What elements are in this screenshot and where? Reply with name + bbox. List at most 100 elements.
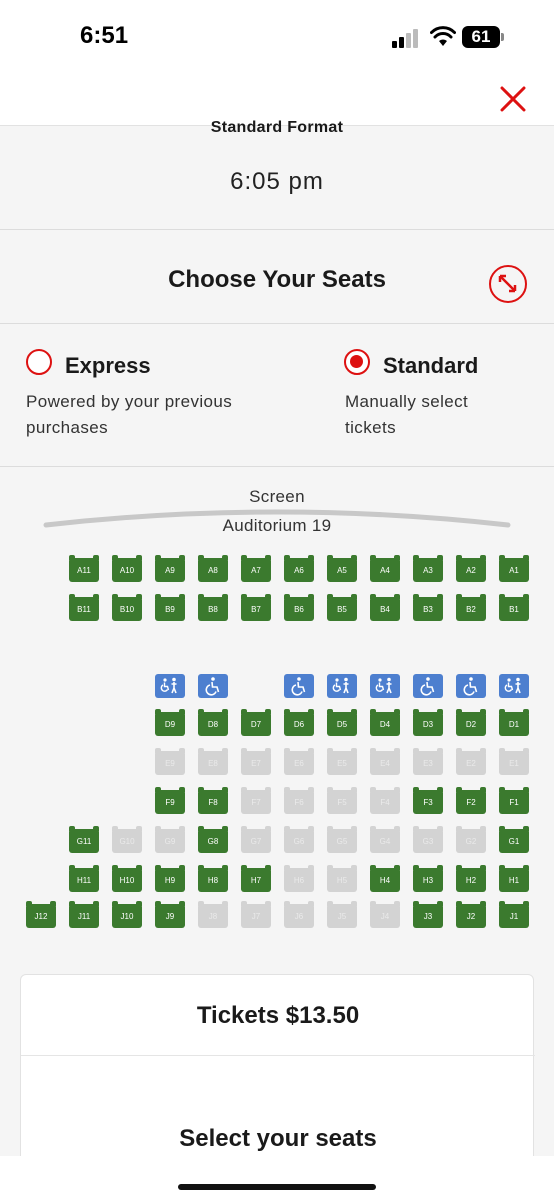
seat-e5[interactable]: E5 [327, 748, 357, 775]
seat-b5[interactable]: B5 [327, 594, 357, 621]
seat-b3[interactable]: B3 [413, 594, 443, 621]
expand-icon[interactable] [489, 265, 527, 303]
companion-icon [332, 677, 349, 694]
seat-f8[interactable]: F8 [198, 787, 228, 814]
seat-e2[interactable]: E2 [456, 748, 486, 775]
seat-g7[interactable]: G7 [241, 826, 271, 853]
seat-f3[interactable]: F3 [413, 787, 443, 814]
seat-g9[interactable]: G9 [155, 826, 185, 853]
seat-b2[interactable]: B2 [456, 594, 486, 621]
seat-a4[interactable]: A4 [370, 555, 400, 582]
seat-a9[interactable]: A9 [155, 555, 185, 582]
seat-a8[interactable]: A8 [198, 555, 228, 582]
seat-g8[interactable]: G8 [198, 826, 228, 853]
seat-g10[interactable]: G10 [112, 826, 142, 853]
seat-b6[interactable]: B6 [284, 594, 314, 621]
seat-f4[interactable]: F4 [370, 787, 400, 814]
seat-h9[interactable]: H9 [155, 865, 185, 892]
seat-a5[interactable]: A5 [327, 555, 357, 582]
accessible-seat[interactable] [284, 674, 314, 698]
seat-d8[interactable]: D8 [198, 709, 228, 736]
seat-d2[interactable]: D2 [456, 709, 486, 736]
seat-j8[interactable]: J8 [198, 901, 228, 928]
seat-b4[interactable]: B4 [370, 594, 400, 621]
seat-e6[interactable]: E6 [284, 748, 314, 775]
seat-j2[interactable]: J2 [456, 901, 486, 928]
seat-d3[interactable]: D3 [413, 709, 443, 736]
seat-d1[interactable]: D1 [499, 709, 529, 736]
express-radio[interactable] [26, 349, 52, 375]
seat-a7[interactable]: A7 [241, 555, 271, 582]
seat-g2[interactable]: G2 [456, 826, 486, 853]
accessible-seat[interactable] [413, 674, 443, 698]
seat-b8[interactable]: B8 [198, 594, 228, 621]
seat-h5[interactable]: H5 [327, 865, 357, 892]
seat-g6[interactable]: G6 [284, 826, 314, 853]
seat-j10[interactable]: J10 [112, 901, 142, 928]
seat-e4[interactable]: E4 [370, 748, 400, 775]
seat-j6[interactable]: J6 [284, 901, 314, 928]
express-desc-line1: Powered by your previous [26, 392, 233, 411]
seat-g5[interactable]: G5 [327, 826, 357, 853]
seat-b1[interactable]: B1 [499, 594, 529, 621]
seat-e8[interactable]: E8 [198, 748, 228, 775]
accessible-seat[interactable] [370, 674, 400, 698]
seat-a2[interactable]: A2 [456, 555, 486, 582]
seat-b9[interactable]: B9 [155, 594, 185, 621]
seat-f2[interactable]: F2 [456, 787, 486, 814]
seat-d9[interactable]: D9 [155, 709, 185, 736]
seat-a6[interactable]: A6 [284, 555, 314, 582]
seat-h4[interactable]: H4 [370, 865, 400, 892]
seat-f6[interactable]: F6 [284, 787, 314, 814]
seat-h6[interactable]: H6 [284, 865, 314, 892]
seat-j4[interactable]: J4 [370, 901, 400, 928]
seat-a10[interactable]: A10 [112, 555, 142, 582]
seat-j5[interactable]: J5 [327, 901, 357, 928]
seat-g11[interactable]: G11 [69, 826, 99, 853]
accessible-seat[interactable] [155, 674, 185, 698]
seat-b10[interactable]: B10 [112, 594, 142, 621]
seat-d4[interactable]: D4 [370, 709, 400, 736]
seat-a1[interactable]: A1 [499, 555, 529, 582]
seat-h7[interactable]: H7 [241, 865, 271, 892]
home-indicator[interactable] [178, 1184, 376, 1190]
seat-j9[interactable]: J9 [155, 901, 185, 928]
seat-a3[interactable]: A3 [413, 555, 443, 582]
seat-f7[interactable]: F7 [241, 787, 271, 814]
seat-f5[interactable]: F5 [327, 787, 357, 814]
accessible-seat[interactable] [456, 674, 486, 698]
standard-title[interactable]: Standard [383, 353, 478, 379]
seat-h11[interactable]: H11 [69, 865, 99, 892]
seat-j12[interactable]: J12 [26, 901, 56, 928]
seat-d6[interactable]: D6 [284, 709, 314, 736]
accessible-seat[interactable] [327, 674, 357, 698]
seat-b11[interactable]: B11 [69, 594, 99, 621]
accessible-seat[interactable] [198, 674, 228, 698]
seat-e7[interactable]: E7 [241, 748, 271, 775]
seat-j7[interactable]: J7 [241, 901, 271, 928]
standard-radio[interactable] [344, 349, 370, 375]
seat-d5[interactable]: D5 [327, 709, 357, 736]
close-icon[interactable] [496, 82, 530, 116]
seat-j3[interactable]: J3 [413, 901, 443, 928]
seat-h3[interactable]: H3 [413, 865, 443, 892]
express-title[interactable]: Express [65, 353, 151, 379]
seat-h2[interactable]: H2 [456, 865, 486, 892]
seat-g1[interactable]: G1 [499, 826, 529, 853]
seat-e9[interactable]: E9 [155, 748, 185, 775]
seat-f9[interactable]: F9 [155, 787, 185, 814]
seat-h8[interactable]: H8 [198, 865, 228, 892]
seat-j11[interactable]: J11 [69, 901, 99, 928]
seat-e3[interactable]: E3 [413, 748, 443, 775]
seat-e1[interactable]: E1 [499, 748, 529, 775]
seat-g3[interactable]: G3 [413, 826, 443, 853]
seat-h10[interactable]: H10 [112, 865, 142, 892]
seat-g4[interactable]: G4 [370, 826, 400, 853]
seat-b7[interactable]: B7 [241, 594, 271, 621]
seat-a11[interactable]: A11 [69, 555, 99, 582]
seat-d7[interactable]: D7 [241, 709, 271, 736]
accessible-seat[interactable] [499, 674, 529, 698]
seat-j1[interactable]: J1 [499, 901, 529, 928]
seat-h1[interactable]: H1 [499, 865, 529, 892]
seat-f1[interactable]: F1 [499, 787, 529, 814]
